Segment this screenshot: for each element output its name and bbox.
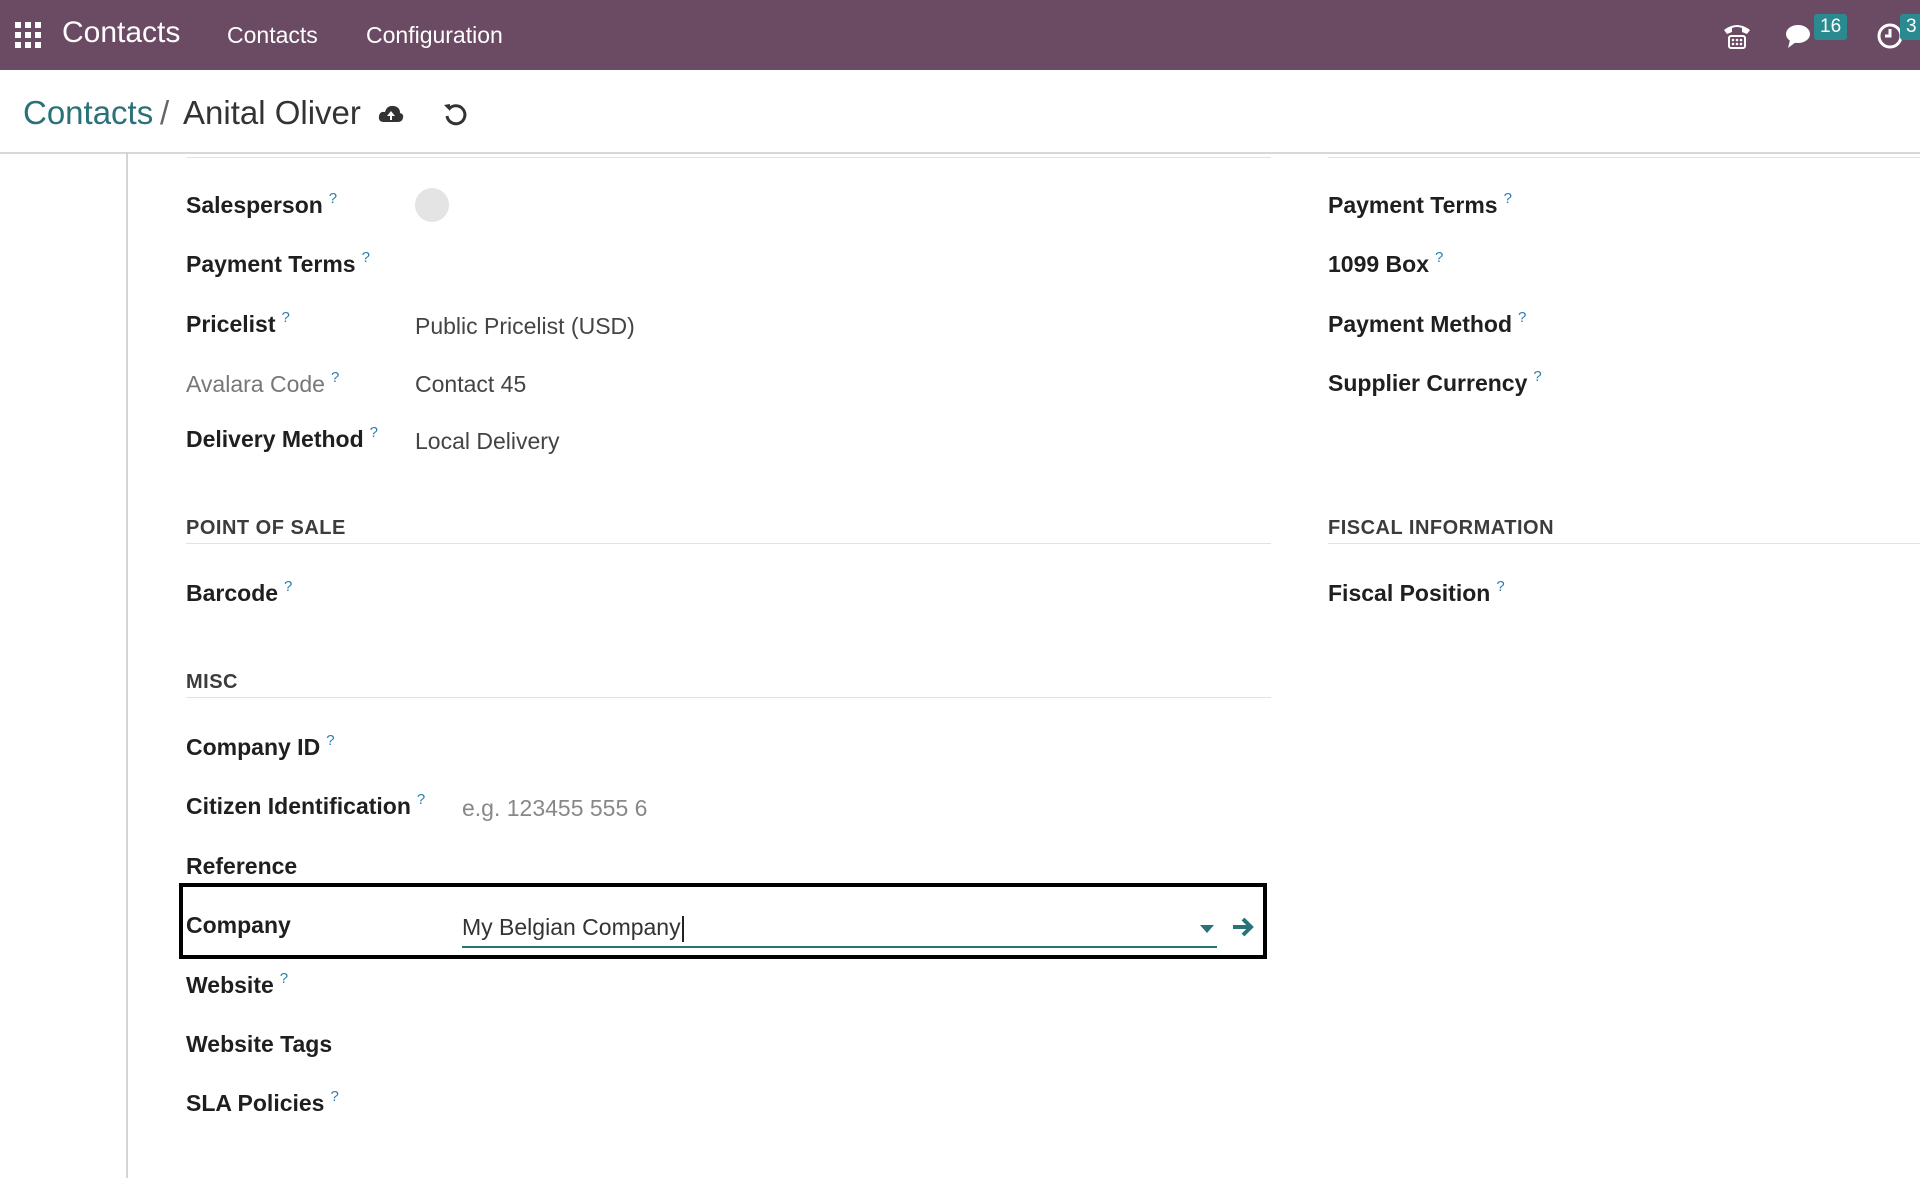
box-1099-label: 1099 Box?: [1328, 249, 1444, 277]
reference-label: Reference: [186, 853, 298, 879]
website-tags-label: Website Tags: [186, 1031, 333, 1057]
avalara-code-field: Contact 45: [415, 371, 527, 397]
divider: [186, 697, 1271, 698]
page-title: Anital Oliver: [183, 94, 361, 131]
activities-count-badge: 3: [1900, 14, 1920, 40]
menu-contacts[interactable]: Contacts: [227, 22, 318, 49]
breadcrumb-separator: /: [160, 94, 170, 131]
pricelist-field[interactable]: Public Pricelist (USD): [415, 313, 635, 340]
dropdown-arrow-icon[interactable]: [1200, 925, 1214, 933]
breadcrumb-contacts[interactable]: Contacts: [23, 94, 153, 132]
website-label: Website?: [186, 970, 289, 998]
phone-icon[interactable]: [1720, 18, 1754, 52]
top-navbar: Contacts Contacts Configuration 16 3: [0, 0, 1920, 70]
messages-icon[interactable]: [1783, 18, 1817, 52]
citizen-identification-input[interactable]: e.g. 123455 555 6: [462, 795, 647, 822]
divider: [186, 543, 1271, 544]
salesperson-avatar[interactable]: [415, 188, 449, 222]
menu-configuration[interactable]: Configuration: [366, 22, 503, 49]
supplier-currency-label: Supplier Currency?: [1328, 368, 1542, 396]
avalara-code-label: Avalara Code?: [186, 369, 340, 397]
delivery-method-label: Delivery Method?: [186, 424, 378, 452]
payment-terms-label: Payment Terms?: [186, 249, 370, 277]
divider: [1328, 157, 1920, 158]
salesperson-label: Salesperson?: [186, 190, 338, 218]
save-cloud-icon[interactable]: [377, 100, 405, 128]
internal-link-arrow-icon[interactable]: [1230, 914, 1256, 940]
divider: [1328, 543, 1920, 544]
app-name[interactable]: Contacts: [62, 16, 180, 50]
divider: [186, 157, 1271, 158]
citizen-identification-label: Citizen Identification?: [186, 791, 426, 819]
text-cursor: [681, 915, 684, 942]
fiscal-position-label: Fiscal Position?: [1328, 578, 1505, 606]
section-point-of-sale: POINT OF SALE: [186, 517, 346, 539]
form-sheet-border: [126, 152, 128, 1178]
payment-method-label: Payment Method?: [1328, 309, 1527, 337]
delivery-method-field[interactable]: Local Delivery: [415, 428, 559, 455]
section-fiscal-information: FISCAL INFORMATION: [1328, 517, 1555, 539]
company-label: Company: [186, 912, 291, 938]
company-id-label: Company ID?: [186, 732, 335, 760]
company-input[interactable]: My Belgian Company: [462, 912, 1217, 948]
messages-count-badge: 16: [1814, 14, 1848, 40]
barcode-label: Barcode?: [186, 578, 293, 606]
sla-policies-label: SLA Policies?: [186, 1088, 339, 1116]
section-misc: MISC: [186, 671, 238, 693]
purchase-payment-terms-label: Payment Terms?: [1328, 190, 1512, 218]
discard-undo-icon[interactable]: [441, 100, 469, 128]
apps-menu-icon[interactable]: [15, 22, 41, 48]
control-panel: Contacts / Anital Oliver: [0, 70, 1920, 154]
pricelist-label: Pricelist?: [186, 309, 290, 337]
